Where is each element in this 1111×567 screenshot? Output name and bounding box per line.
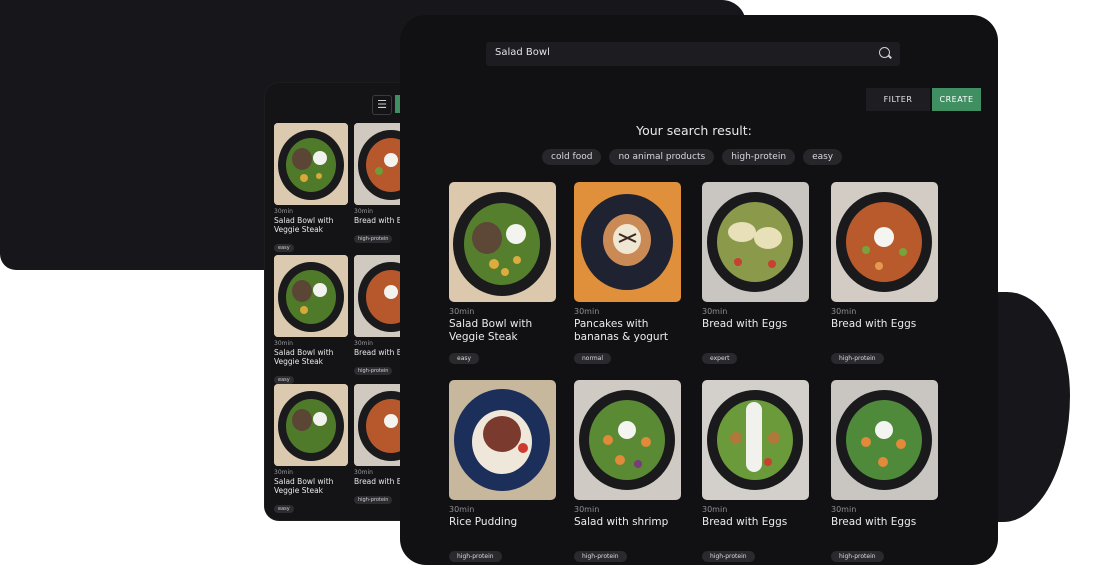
recipe-image [702,182,809,302]
recipe-tag: normal [574,353,612,364]
recipe-title: Rice Pudding [449,516,518,528]
recipe-image [574,380,681,500]
recipe-title: Bread with Eggs [831,516,917,528]
recipe-tag: easy [274,376,294,384]
sliders-icon[interactable]: ☰ [372,95,392,115]
recipe-tag: high-protein [831,353,884,364]
recipe-time: 30min [274,469,293,476]
recipe-tag: high-protein [354,367,393,375]
recipe-title: Bread with Eggs [831,318,917,330]
recipe-time: 30min [574,307,600,316]
recipe-tag: high-protein [702,551,755,562]
recipe-image [274,255,348,337]
recipe-time: 30min [449,505,475,514]
recipe-title: Salad Bowl with Veggie Steak [274,216,334,234]
recipe-title: Salad Bowl with Veggie Steak [274,477,334,495]
recipe-card[interactable]: 30min Bread with Eggs high-protein [831,182,938,364]
recipe-image [831,380,938,500]
recipe-time: 30min [274,340,293,347]
recipe-time: 30min [831,307,857,316]
recipe-title: Salad with shrimp [574,516,669,528]
recipe-tag: easy [274,505,294,513]
recipe-time: 30min [831,505,857,514]
front-tablet-screen: Salad Bowl FILTER CREATE Your search res… [400,15,998,565]
recipe-tag: high-protein [354,235,393,243]
recipe-card[interactable]: 30min Bread with Eggs expert [702,182,809,364]
recipe-time: 30min [702,307,728,316]
recipe-image [702,380,809,500]
recipe-time: 30min [574,505,600,514]
recipe-tag: high-protein [574,551,627,562]
recipe-title: Pancakes with bananas & yogurt [574,318,669,343]
recipe-card[interactable]: 30min Bread with Eggs high-protein [702,380,809,562]
recipe-card[interactable]: 30min Pancakes with bananas & yogurt nor… [574,182,681,364]
recipe-tag: expert [702,353,738,364]
recipe-card[interactable]: 30min Rice Pudding high-protein [449,380,556,562]
filter-chip[interactable]: high-protein [722,149,796,165]
filter-chip[interactable]: easy [803,149,843,165]
recipe-image [574,182,681,302]
recipe-card[interactable]: 30min Salad Bowl with Veggie Steak easy [449,182,556,364]
recipe-image [449,380,556,500]
recipe-image [831,182,938,302]
recipe-title: Salad Bowl with Veggie Steak [274,348,334,366]
filter-chip[interactable]: cold food [542,149,602,165]
recipe-time: 30min [702,505,728,514]
recipe-title: Bread with Eggs [702,516,788,528]
recipe-image [274,384,348,466]
recipe-card[interactable]: 30min Bread with Eggs high-protein [831,380,938,562]
recipe-card[interactable]: 30min Salad with shrimp high-protein [574,380,681,562]
filter-button[interactable]: FILTER [866,88,930,111]
search-input[interactable]: Salad Bowl [486,42,900,66]
create-button[interactable]: CREATE [932,88,981,111]
recipe-tag: high-protein [449,551,502,562]
recipe-tag: high-protein [831,551,884,562]
list-item[interactable]: 30min Salad Bowl with Veggie Steak easy [274,384,348,514]
search-value: Salad Bowl [495,47,550,58]
recipe-time: 30min [449,307,475,316]
recipe-tag: easy [274,244,294,252]
list-item[interactable]: 30min Salad Bowl with Veggie Steak easy [274,123,348,253]
recipe-image [449,182,556,302]
recipe-title: Bread with Eggs [702,318,788,330]
filter-chip[interactable]: no animal products [609,149,715,165]
list-item[interactable]: 30min Salad Bowl with Veggie Steak easy [274,255,348,385]
recipe-image [274,123,348,205]
recipe-tag: high-protein [354,496,393,504]
recipe-tag: easy [449,353,480,364]
search-icon[interactable] [879,47,890,58]
recipe-title: Salad Bowl with Veggie Steak [449,318,533,343]
filter-chip-list: cold food no animal products high-protei… [542,149,843,165]
recipe-time: 30min [274,208,293,215]
results-heading: Your search result: [636,123,752,138]
